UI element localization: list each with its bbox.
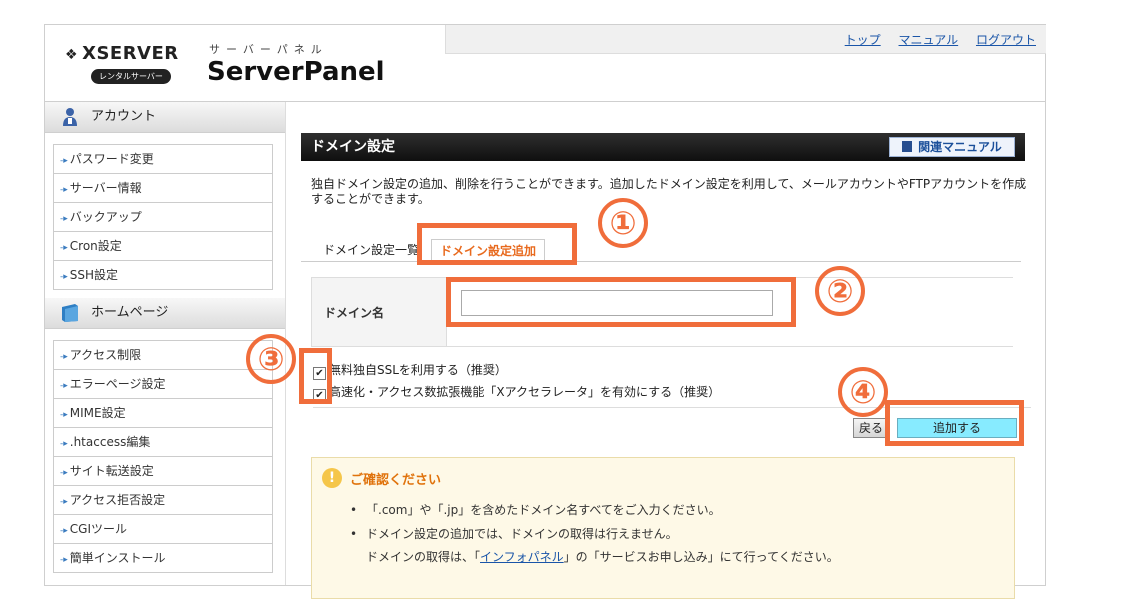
- sidebar-item-label: アクセス拒否設定: [69, 493, 166, 507]
- logout-link[interactable]: ログアウト: [976, 33, 1036, 47]
- sidebar-item-label: .htaccess編集: [69, 435, 151, 449]
- diamond-icon: ❖: [65, 47, 79, 63]
- sidebar-item-error-page[interactable]: -▸ エラーページ設定: [54, 370, 272, 399]
- notice-box: ! ご確認ください • 「.com」や「.jp」を含めたドメイン名すべてをご入力く…: [311, 457, 1015, 599]
- panel-header: ドメイン設定 関連マニュアル: [301, 133, 1025, 161]
- top-links: トップ マニュアル ログアウト: [831, 31, 1036, 48]
- sidebar-item-label: サーバー情報: [69, 181, 142, 195]
- tab-domain-list[interactable]: ドメイン設定一覧: [315, 239, 428, 261]
- arrow-icon: -▸: [60, 381, 68, 391]
- sidebar-item-label: パスワード変更: [69, 152, 154, 166]
- highlight-checkboxes: [299, 348, 332, 404]
- notice-item: • 「.com」や「.jp」を含めたドメイン名すべてをご入力ください。: [348, 498, 839, 522]
- accelerator-option[interactable]: ✔ 高速化・アクセス数拡張機能「Xアクセラレータ」を有効にする（推奨）: [313, 383, 720, 402]
- notice-sub-after: 」の「サービスお申し込み」にて行ってください。: [563, 550, 839, 564]
- arrow-icon: -▸: [60, 243, 68, 253]
- sidebar-item-cgi-tools[interactable]: -▸ CGIツール: [54, 515, 272, 544]
- arrow-icon: -▸: [60, 555, 68, 565]
- manual-button-label: 関連マニュアル: [918, 140, 1002, 154]
- notice-list: • 「.com」や「.jp」を含めたドメイン名すべてをご入力ください。 • ドメイン…: [348, 498, 839, 568]
- ssl-checkbox-label: 無料独自SSLを利用する（推奨）: [329, 363, 507, 377]
- homepage-menu: -▸ アクセス制限 -▸ エラーページ設定 -▸ MIME設定 -▸ .htaccess…: [53, 340, 273, 573]
- sidebar-section-account[interactable]: アカウント: [45, 102, 285, 133]
- sidebar-item-label: MIME設定: [69, 406, 126, 420]
- sidebar-item-site-forward[interactable]: -▸ サイト転送設定: [54, 457, 272, 486]
- notice-item-text: 「.com」や「.jp」を含めたドメイン名すべてをご入力ください。: [366, 503, 721, 517]
- sidebar-item-htaccess[interactable]: -▸ .htaccess編集: [54, 428, 272, 457]
- exclamation-icon: !: [322, 468, 342, 488]
- sidebar-item-label: SSH設定: [69, 268, 119, 282]
- sidebar-item-label: バックアップ: [69, 210, 142, 224]
- step-4-marker: ④: [838, 367, 888, 417]
- step-3-marker: ③: [246, 334, 296, 384]
- arrow-icon: -▸: [60, 185, 68, 195]
- notice-title: ご確認ください: [350, 473, 442, 488]
- sidebar-item-backup[interactable]: -▸ バックアップ: [54, 203, 272, 232]
- sidebar-item-easy-install[interactable]: -▸ 簡単インストール: [54, 544, 272, 572]
- sidebar-section-title: アカウント: [91, 109, 157, 124]
- bullet-icon: •: [350, 527, 358, 541]
- top-nav-bar: トップ マニュアル ログアウト: [445, 25, 1046, 54]
- ssl-option[interactable]: ✔ 無料独自SSLを利用する（推奨）: [313, 361, 507, 380]
- arrow-icon: -▸: [60, 272, 68, 282]
- account-menu: -▸ パスワード変更 -▸ サーバー情報 -▸ バックアップ -▸ Cron設定 -▸ S…: [53, 144, 273, 290]
- arrow-icon: -▸: [60, 156, 68, 166]
- brand-subtitle: レンタルサーバー: [91, 69, 171, 84]
- sidebar-item-label: 簡単インストール: [69, 551, 166, 565]
- bullet-icon: •: [350, 503, 358, 517]
- arrow-icon: -▸: [60, 214, 68, 224]
- sidebar-item-label: サイト転送設定: [69, 464, 154, 478]
- step-2-marker: ②: [815, 266, 865, 316]
- top-link[interactable]: トップ: [845, 33, 881, 47]
- sidebar-item-server-info[interactable]: -▸ サーバー情報: [54, 174, 272, 203]
- sidebar-section-title: ホームページ: [91, 305, 169, 320]
- arrow-icon: -▸: [60, 439, 68, 449]
- tab-bar: ドメイン設定一覧 ドメイン設定追加: [301, 235, 1021, 263]
- sidebar-item-access-restriction[interactable]: -▸ アクセス制限: [54, 341, 272, 370]
- brand-name: ❖ XSERVER: [65, 43, 179, 64]
- sidebar-item-label: エラーページ設定: [69, 377, 166, 391]
- page-description: 独自ドメイン設定の追加、削除を行うことができます。追加したドメイン設定を利用して…: [311, 177, 1027, 206]
- arrow-icon: -▸: [60, 526, 68, 536]
- domain-name-label: ドメイン名: [324, 306, 385, 320]
- back-button[interactable]: 戻る: [853, 418, 889, 438]
- sidebar-item-cron[interactable]: -▸ Cron設定: [54, 232, 272, 261]
- arrow-icon: -▸: [60, 410, 68, 420]
- related-manual-button[interactable]: 関連マニュアル: [889, 137, 1015, 157]
- highlight-tab-add: [417, 223, 577, 265]
- logo[interactable]: ❖ XSERVER レンタルサーバー サーバーパネル ServerPanel: [45, 25, 445, 101]
- sidebar-item-ssh[interactable]: -▸ SSH設定: [54, 261, 272, 289]
- arrow-icon: -▸: [60, 468, 68, 478]
- sidebar-item-label: Cron設定: [69, 239, 122, 253]
- sidebar-section-homepage[interactable]: ホームページ: [45, 298, 285, 329]
- arrow-icon: -▸: [60, 352, 68, 362]
- info-panel-link[interactable]: インフォパネル: [480, 550, 564, 564]
- notice-sub-text: ドメインの取得は、「インフォパネル」の「サービスお申し込み」にて行ってください。: [366, 546, 839, 568]
- highlight-domain-input: [446, 277, 796, 327]
- sidebar-item-password[interactable]: -▸ パスワード変更: [54, 145, 272, 174]
- page-title: ドメイン設定: [311, 139, 395, 155]
- sidebar-item-label: アクセス制限: [69, 348, 142, 362]
- notice-sub-before: ドメインの取得は、「: [366, 550, 481, 564]
- sidebar-item-label: CGIツール: [69, 522, 127, 536]
- accelerator-checkbox-label: 高速化・アクセス数拡張機能「Xアクセラレータ」を有効にする（推奨）: [329, 385, 721, 399]
- person-icon: [63, 108, 77, 126]
- highlight-add-button: [885, 400, 1024, 446]
- book-icon: [62, 304, 78, 322]
- brand-text: XSERVER: [82, 43, 179, 64]
- arrow-icon: -▸: [60, 497, 68, 507]
- sidebar-item-mime[interactable]: -▸ MIME設定: [54, 399, 272, 428]
- step-1-marker: ①: [598, 198, 648, 248]
- notice-item: • ドメイン設定の追加では、ドメインの取得は行えません。 ドメインの取得は、「イン…: [348, 522, 839, 568]
- sidebar-item-access-deny[interactable]: -▸ アクセス拒否設定: [54, 486, 272, 515]
- manual-link[interactable]: マニュアル: [899, 33, 959, 47]
- logo-kana: サーバーパネル: [209, 43, 328, 56]
- notice-item-text: ドメイン設定の追加では、ドメインの取得は行えません。: [366, 527, 678, 541]
- manual-book-icon: [902, 141, 913, 152]
- app-title: ServerPanel: [207, 57, 385, 87]
